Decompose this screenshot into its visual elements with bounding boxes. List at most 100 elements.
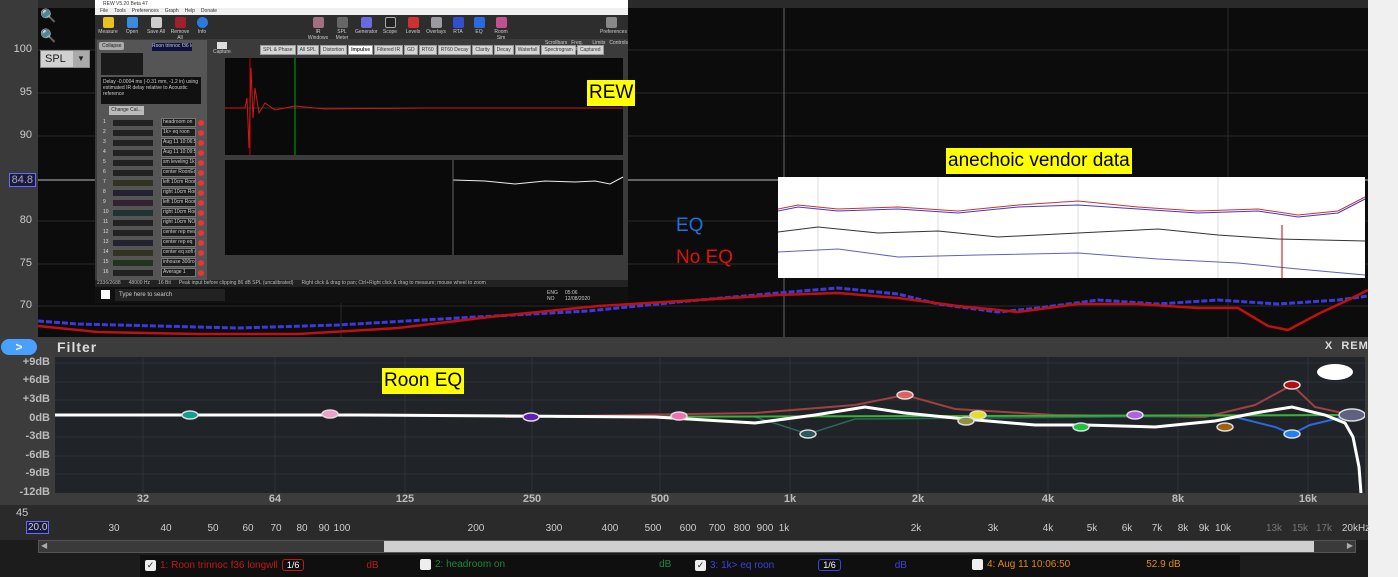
legend-checkbox[interactable]: ✓ (145, 559, 156, 571)
delete-icon[interactable] (198, 190, 204, 196)
generator-button[interactable]: Generator (355, 17, 378, 35)
tab-clarity[interactable]: Clarity (472, 45, 493, 55)
menu-graph[interactable]: Graph (165, 8, 179, 15)
vendor-data-image (777, 177, 1366, 278)
tab-gd[interactable]: GD (404, 45, 418, 55)
measurement-name[interactable]: left 10cm RoonEq 1kh (161, 178, 196, 187)
delete-icon[interactable] (198, 240, 204, 246)
info-button[interactable]: Info (191, 17, 213, 35)
measurement-name[interactable]: 1k> eq roon (161, 128, 196, 137)
filter-y-label: +3dB (22, 393, 50, 405)
measurement-name[interactable]: headroom on (161, 118, 196, 127)
delete-icon[interactable] (198, 170, 204, 176)
delete-icon[interactable] (198, 150, 204, 156)
smoothing-badge[interactable]: 1/6 (818, 559, 841, 571)
freq-axis-button[interactable]: Freq. Axis (571, 40, 588, 52)
tab-spl-phase[interactable]: SPL & Phase (260, 45, 296, 55)
legend-checkbox[interactable]: ✓ (695, 559, 706, 571)
info-text: Delay -0.0004 ms (-0.31 mm, -1.2 in) usi… (101, 77, 201, 104)
scope-button[interactable]: Scope (379, 17, 401, 35)
collapse-button[interactable]: Collapse (99, 42, 125, 50)
measurement-name[interactable]: right 10cm RoonEq 1kh (161, 208, 196, 217)
tab-filtered-ir[interactable]: Filtered IR (374, 45, 404, 55)
delete-icon[interactable] (198, 220, 204, 226)
measurement-name[interactable]: sm leveling 1k (161, 158, 196, 167)
tab-rt60[interactable]: RT60 (418, 45, 437, 55)
tab-distortion[interactable]: Distortion (319, 45, 348, 55)
measure-button[interactable]: Measure (97, 17, 119, 35)
delete-icon[interactable] (198, 200, 204, 206)
spl-preview-graph[interactable] (225, 160, 624, 255)
delete-icon[interactable] (198, 210, 204, 216)
levels-button[interactable]: Levels (402, 17, 424, 35)
menu-preferences[interactable]: Preferences (132, 8, 159, 15)
graph-type-select[interactable]: SPL ▼ (40, 50, 90, 68)
filter-graph[interactable] (55, 357, 1366, 494)
measurement-name[interactable]: center RoonEq 1k (161, 168, 196, 177)
impulse-graph[interactable] (225, 58, 623, 155)
delete-icon[interactable] (198, 160, 204, 166)
filter-y-label: -3dB (25, 430, 50, 442)
measurement-name[interactable]: center eq sofi down (161, 248, 196, 257)
change-cal-button[interactable]: Change Cal... (109, 106, 144, 115)
rew-title: REW V5.20 Beta 47 (95, 0, 628, 8)
rew-menu-bar: File Tools Preferences Graph Help Donate (95, 8, 628, 15)
horizontal-scrollbar[interactable]: ◀ ▶ (38, 540, 1356, 553)
measurement-name[interactable]: Aug 11 10:06:50 (161, 138, 196, 147)
delete-icon[interactable] (198, 120, 204, 126)
tab-rt60-decay[interactable]: RT60 Decay (437, 45, 472, 55)
scroll-right-icon[interactable]: ▶ (1347, 541, 1353, 550)
menu-file[interactable]: File (100, 8, 108, 15)
x-start-value[interactable]: 20.0 (26, 521, 50, 534)
close-icon[interactable]: X (1325, 340, 1333, 352)
tab-decay[interactable]: Decay (493, 45, 514, 55)
save-all-button[interactable]: Save All (145, 17, 167, 35)
delete-icon[interactable] (198, 270, 204, 276)
windows-start-icon[interactable] (101, 290, 110, 299)
ir-windows-button[interactable]: IR Windows (307, 17, 329, 41)
preferences-button[interactable]: Preferences (600, 17, 627, 35)
measurement-name[interactable]: inhouse 300roon (161, 258, 196, 267)
overlays-button[interactable]: Overlays (425, 17, 447, 35)
measurement-name[interactable]: right 10cm NO roon EQ (161, 218, 196, 227)
measurement-name[interactable]: right 10cm RoonEq 1kh (161, 188, 196, 197)
zoom-in-icon[interactable]: 🔍 (40, 8, 56, 24)
measurement-name[interactable]: center rep eq (161, 238, 196, 247)
measurement-name[interactable]: Aug 11 10:09:55 (161, 148, 196, 157)
legend-checkbox[interactable] (420, 559, 431, 570)
delete-icon[interactable] (198, 250, 204, 256)
measurement-name[interactable]: center rep meas (161, 228, 196, 237)
taskbar-search[interactable]: Type here to search (115, 289, 225, 301)
legend-checkbox[interactable] (972, 559, 983, 570)
delete-icon[interactable] (198, 130, 204, 136)
selected-measurement[interactable]: Roon trinnoc f36 longwll (152, 43, 192, 51)
room-sim-button[interactable]: Room Sim (490, 17, 512, 41)
zoom-out-icon[interactable]: 🔍 (40, 28, 56, 44)
menu-tools[interactable]: Tools (114, 8, 126, 15)
measurement-name[interactable]: Average 1 (161, 268, 196, 277)
open-button[interactable]: Open (121, 17, 143, 35)
capture-button[interactable]: Capture (213, 42, 231, 55)
limits-button[interactable]: Limits (592, 40, 605, 52)
delete-icon[interactable] (198, 140, 204, 146)
tab-waterfall[interactable]: Waterfall (514, 45, 541, 55)
measurement-name[interactable]: left 10cm RoonEq 1kh (161, 198, 196, 207)
tab-all-spl[interactable]: All SPL (296, 45, 319, 55)
menu-help[interactable]: Help (185, 8, 195, 15)
spl-meter-button[interactable]: SPL Meter (331, 17, 353, 41)
scroll-left-icon[interactable]: ◀ (41, 541, 47, 550)
scrollbar-thumb[interactable] (384, 541, 1314, 552)
filter-x-label: 2k (911, 493, 925, 505)
menu-donate[interactable]: Donate (201, 8, 217, 15)
controls-button[interactable]: Controls (609, 40, 628, 52)
scrollbars-button[interactable]: Scrollbars (545, 40, 567, 52)
delete-icon[interactable] (198, 230, 204, 236)
smoothing-badge[interactable]: 1/6 (281, 559, 305, 571)
delete-icon[interactable] (198, 180, 204, 186)
delete-icon[interactable] (198, 260, 204, 266)
remove-all-button[interactable]: Remove All (169, 17, 191, 41)
rta-button[interactable]: RTA (447, 17, 469, 35)
tab-impulse[interactable]: Impulse (348, 45, 373, 55)
eq-button[interactable]: EQ (468, 17, 490, 35)
expand-filter-button[interactable]: > (1, 339, 37, 355)
